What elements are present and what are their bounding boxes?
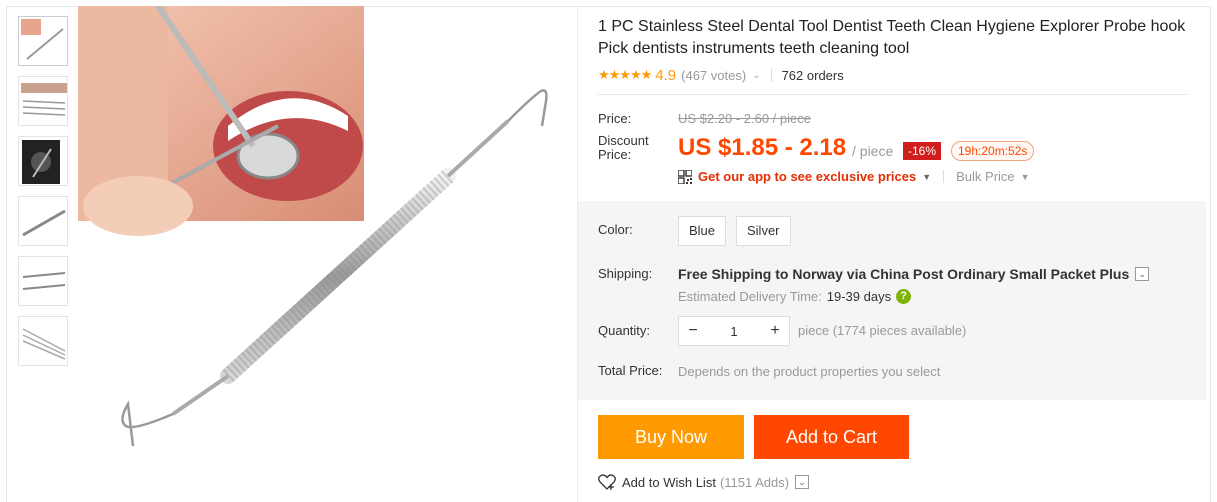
wish-adds-count: (1151 Adds) xyxy=(719,474,790,490)
bulk-price-link[interactable]: Bulk Price xyxy=(956,169,1015,184)
quantity-available: piece (1774 pieces available) xyxy=(798,323,967,338)
plus-icon[interactable]: + xyxy=(761,322,789,340)
product-info: 1 PC Stainless Steel Dental Tool Dentist… xyxy=(598,16,1198,84)
color-option-silver[interactable]: Silver xyxy=(736,216,791,246)
minus-icon[interactable]: − xyxy=(679,322,707,340)
votes-link[interactable]: (467 votes) xyxy=(681,68,746,83)
total-price-label: Total Price: xyxy=(598,363,663,378)
star-rating-icon: ★★★★★ xyxy=(598,67,652,82)
rating-value: 4.9 xyxy=(655,66,677,84)
rating-row: ★★★★★ 4.9 (467 votes) ⌄ 762 orders xyxy=(598,66,1198,84)
discount-price-label: Discount Price: xyxy=(598,133,649,162)
price-label: Price: xyxy=(598,111,632,126)
quantity-input[interactable] xyxy=(707,317,761,345)
shipping-text: Free Shipping to Norway via China Post O… xyxy=(678,266,1130,282)
options-panel: Color: Blue Silver Shipping: Free Shippi… xyxy=(578,201,1206,400)
chevron-down-icon[interactable]: ⌄ xyxy=(795,475,810,489)
quantity-stepper: − + xyxy=(678,316,790,346)
shipping-label: Shipping: xyxy=(598,266,653,281)
discount-price: US $1.85 - 2.18 xyxy=(678,134,847,161)
help-icon[interactable]: ? xyxy=(896,289,912,304)
discount-badge: -16% xyxy=(903,142,942,160)
per-piece-label: / piece xyxy=(852,143,894,159)
thumbnail-list xyxy=(18,16,68,376)
buy-now-button[interactable]: Buy Now xyxy=(598,415,744,459)
add-to-cart-button[interactable]: Add to Cart xyxy=(754,415,909,459)
thumbnail-2[interactable] xyxy=(18,76,68,126)
thumbnail-1[interactable] xyxy=(18,16,68,66)
shipping-method[interactable]: Free Shipping to Norway via China Post O… xyxy=(678,266,1150,282)
caret-down-icon[interactable]: ▼ xyxy=(922,172,931,182)
heart-icon xyxy=(598,474,616,490)
main-product-image[interactable] xyxy=(78,6,575,496)
color-label: Color: xyxy=(598,222,633,237)
qr-code-icon xyxy=(678,169,692,184)
wish-list-link[interactable]: Add to Wish List (1151 Adds) ⌄ xyxy=(598,474,810,490)
original-price: US $2.20 - 2.60 / piece xyxy=(678,111,811,126)
delivery-days: 19-39 days xyxy=(826,289,892,304)
app-exclusive-link[interactable]: Get our app to see exclusive prices xyxy=(698,169,916,184)
countdown-timer: 19h:20m:52s xyxy=(951,141,1035,161)
quantity-label: Quantity: xyxy=(598,323,651,338)
delivery-label: Estimated Delivery Time: xyxy=(678,289,822,304)
product-title: 1 PC Stainless Steel Dental Tool Dentist… xyxy=(598,18,1186,57)
separator xyxy=(943,170,945,183)
wish-list-label: Add to Wish List xyxy=(622,474,716,490)
thumbnail-4[interactable] xyxy=(18,196,68,246)
horizontal-divider xyxy=(598,94,1188,95)
caret-down-icon[interactable]: ▼ xyxy=(1021,172,1030,182)
delivery-estimate: Estimated Delivery Time: 19-39 days ? xyxy=(678,289,912,304)
thumbnail-3[interactable] xyxy=(18,136,68,186)
separator xyxy=(770,68,772,82)
total-price-value: Depends on the product properties you se… xyxy=(678,364,941,379)
app-promo-row: Get our app to see exclusive prices ▼ Bu… xyxy=(678,169,1030,184)
color-option-blue[interactable]: Blue xyxy=(678,216,727,246)
orders-count: 762 orders xyxy=(781,67,844,83)
thumbnail-5[interactable] xyxy=(18,256,68,306)
chevron-down-icon[interactable]: ⌄ xyxy=(752,70,760,81)
chevron-down-icon[interactable]: ⌄ xyxy=(1135,267,1150,281)
thumbnail-6[interactable] xyxy=(18,316,68,366)
